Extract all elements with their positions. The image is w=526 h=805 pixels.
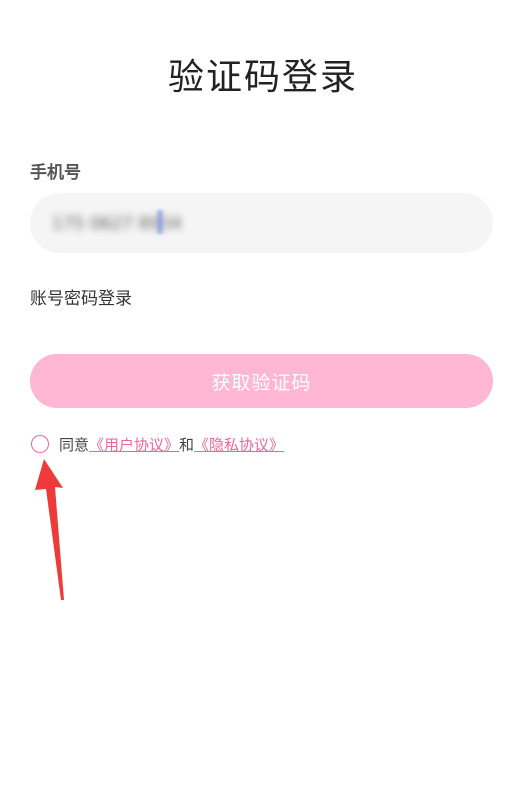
arrow-shape bbox=[35, 459, 64, 600]
red-arrow-icon bbox=[35, 459, 64, 600]
login-page: 验证码登录 手机号 账号密码登录 获取验证码 同意 《用户协议》 和 《隐私协议… bbox=[0, 0, 526, 805]
